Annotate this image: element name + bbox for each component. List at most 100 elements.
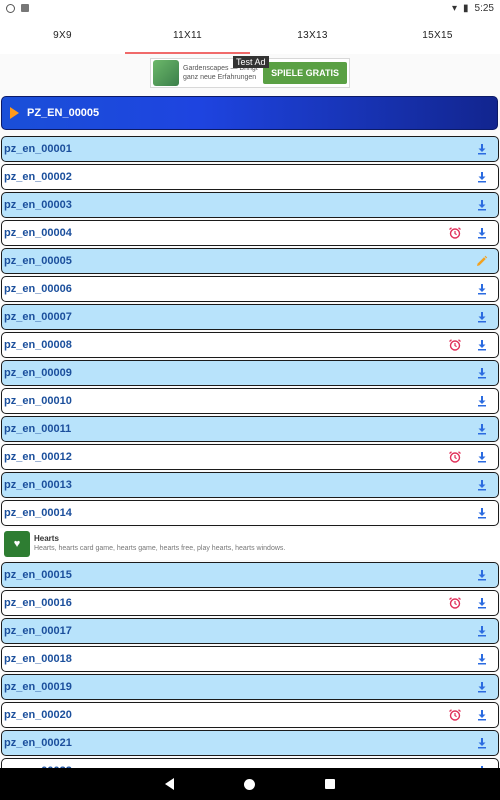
download-icon[interactable] xyxy=(476,569,488,581)
download-icon[interactable] xyxy=(476,653,488,665)
puzzle-row[interactable]: pz_en_00002 xyxy=(1,164,499,190)
puzzle-label: pz_en_00008 xyxy=(4,339,72,351)
tab-9x9[interactable]: 9X9 xyxy=(0,16,125,54)
ad-cta-button[interactable]: SPIELE GRATIS xyxy=(263,62,347,84)
puzzle-label: pz_en_00006 xyxy=(4,283,72,295)
row-actions xyxy=(476,311,498,323)
puzzle-list: pz_en_00001 pz_en_00002 pz_en_00003 pz_en_0… xyxy=(0,136,500,786)
home-icon[interactable] xyxy=(244,778,255,790)
row-actions xyxy=(476,479,498,491)
puzzle-row[interactable]: pz_en_00019 xyxy=(1,674,499,700)
download-icon[interactable] xyxy=(476,339,488,351)
puzzle-label: pz_en_00017 xyxy=(4,625,72,637)
recents-icon[interactable] xyxy=(325,779,335,789)
puzzle-row[interactable]: pz_en_00008 xyxy=(1,332,499,358)
hearts-app-icon: ♥ xyxy=(4,531,30,557)
download-icon[interactable] xyxy=(476,737,488,749)
download-icon[interactable] xyxy=(476,199,488,211)
puzzle-label: pz_en_00005 xyxy=(4,255,72,267)
download-icon[interactable] xyxy=(476,227,488,239)
row-actions xyxy=(476,653,498,665)
alarm-clock-icon[interactable] xyxy=(448,596,462,610)
puzzle-row[interactable]: pz_en_00017 xyxy=(1,618,499,644)
inline-ad-subtitle: Hearts, hearts card game, hearts game, h… xyxy=(34,545,286,552)
puzzle-row[interactable]: pz_en_00009 xyxy=(1,360,499,386)
pencil-icon[interactable] xyxy=(475,255,488,268)
row-actions xyxy=(476,625,498,637)
sd-card-icon xyxy=(21,4,29,12)
puzzle-label: pz_en_00007 xyxy=(4,311,72,323)
pack-header[interactable]: PZ_EN_00005 xyxy=(1,96,498,130)
tab-15x15[interactable]: 15X15 xyxy=(375,16,500,54)
puzzle-row[interactable]: pz_en_00010 xyxy=(1,388,499,414)
puzzle-row[interactable]: pz_en_00007 xyxy=(1,304,499,330)
puzzle-label: pz_en_00004 xyxy=(4,227,72,239)
download-icon[interactable] xyxy=(476,597,488,609)
puzzle-row[interactable]: pz_en_00014 xyxy=(1,500,499,526)
download-icon[interactable] xyxy=(476,625,488,637)
inline-ad[interactable]: ♥ Hearts Hearts, hearts card game, hearts … xyxy=(0,528,500,560)
puzzle-label: pz_en_00002 xyxy=(4,171,72,183)
play-icon xyxy=(10,107,19,119)
download-icon[interactable] xyxy=(476,709,488,721)
app-root: ▾ ▮ 5:25 9X9 11X11 13X13 15X15 Gardensca… xyxy=(0,0,500,800)
tab-11x11[interactable]: 11X11 xyxy=(125,16,250,54)
download-icon[interactable] xyxy=(476,367,488,379)
download-icon[interactable] xyxy=(476,451,488,463)
status-bar: ▾ ▮ 5:25 xyxy=(0,0,500,16)
puzzle-row[interactable]: pz_en_00018 xyxy=(1,646,499,672)
row-actions xyxy=(476,395,498,407)
notification-icon xyxy=(6,3,15,13)
puzzle-row[interactable]: pz_en_00001 xyxy=(1,136,499,162)
puzzle-label: pz_en_00019 xyxy=(4,681,72,693)
download-icon[interactable] xyxy=(476,283,488,295)
alarm-clock-icon[interactable] xyxy=(448,226,462,240)
puzzle-label: pz_en_00013 xyxy=(4,479,72,491)
puzzle-row[interactable]: pz_en_00015 xyxy=(1,562,499,588)
puzzle-row[interactable]: pz_en_00011 xyxy=(1,416,499,442)
navigation-bar xyxy=(0,768,500,800)
download-icon[interactable] xyxy=(476,171,488,183)
download-icon[interactable] xyxy=(476,507,488,519)
row-actions xyxy=(476,737,498,749)
puzzle-row[interactable]: pz_en_00013 xyxy=(1,472,499,498)
puzzle-row[interactable]: pz_en_00003 xyxy=(1,192,499,218)
row-actions xyxy=(475,255,498,268)
download-icon[interactable] xyxy=(476,479,488,491)
puzzle-row[interactable]: pz_en_00004 xyxy=(1,220,499,246)
row-actions xyxy=(448,708,498,722)
puzzle-label: pz_en_00020 xyxy=(4,709,72,721)
puzzle-row[interactable]: pz_en_00020 xyxy=(1,702,499,728)
row-actions xyxy=(448,226,498,240)
alarm-clock-icon[interactable] xyxy=(448,338,462,352)
clock-text: 5:25 xyxy=(474,2,494,14)
puzzle-row[interactable]: pz_en_00006 xyxy=(1,276,499,302)
puzzle-row[interactable]: pz_en_00016 xyxy=(1,590,499,616)
tab-13x13[interactable]: 13X13 xyxy=(250,16,375,54)
back-icon[interactable] xyxy=(165,778,174,790)
row-actions xyxy=(476,171,498,183)
puzzle-label: pz_en_00015 xyxy=(4,569,72,581)
puzzle-row[interactable]: pz_en_00005 xyxy=(1,248,499,274)
row-actions xyxy=(476,143,498,155)
download-icon[interactable] xyxy=(476,143,488,155)
puzzle-label: pz_en_00001 xyxy=(4,143,72,155)
alarm-clock-icon[interactable] xyxy=(448,450,462,464)
puzzle-label: pz_en_00016 xyxy=(4,597,72,609)
download-icon[interactable] xyxy=(476,311,488,323)
alarm-clock-icon[interactable] xyxy=(448,708,462,722)
puzzle-row[interactable]: pz_en_00021 xyxy=(1,730,499,756)
download-icon[interactable] xyxy=(476,681,488,693)
puzzle-label: pz_en_00011 xyxy=(4,423,72,435)
puzzle-label: pz_en_00014 xyxy=(4,507,72,519)
inline-ad-title: Hearts xyxy=(34,534,59,543)
puzzle-label: pz_en_00010 xyxy=(4,395,72,407)
puzzle-row[interactable]: pz_en_00012 xyxy=(1,444,499,470)
row-actions xyxy=(476,569,498,581)
pack-title: PZ_EN_00005 xyxy=(27,107,100,119)
size-tabs: 9X9 11X11 13X13 15X15 xyxy=(0,16,500,54)
ad-banner[interactable]: Gardenscapes — Bringt ganz neue Erfahrun… xyxy=(150,56,350,88)
download-icon[interactable] xyxy=(476,423,488,435)
row-actions xyxy=(476,367,498,379)
download-icon[interactable] xyxy=(476,395,488,407)
